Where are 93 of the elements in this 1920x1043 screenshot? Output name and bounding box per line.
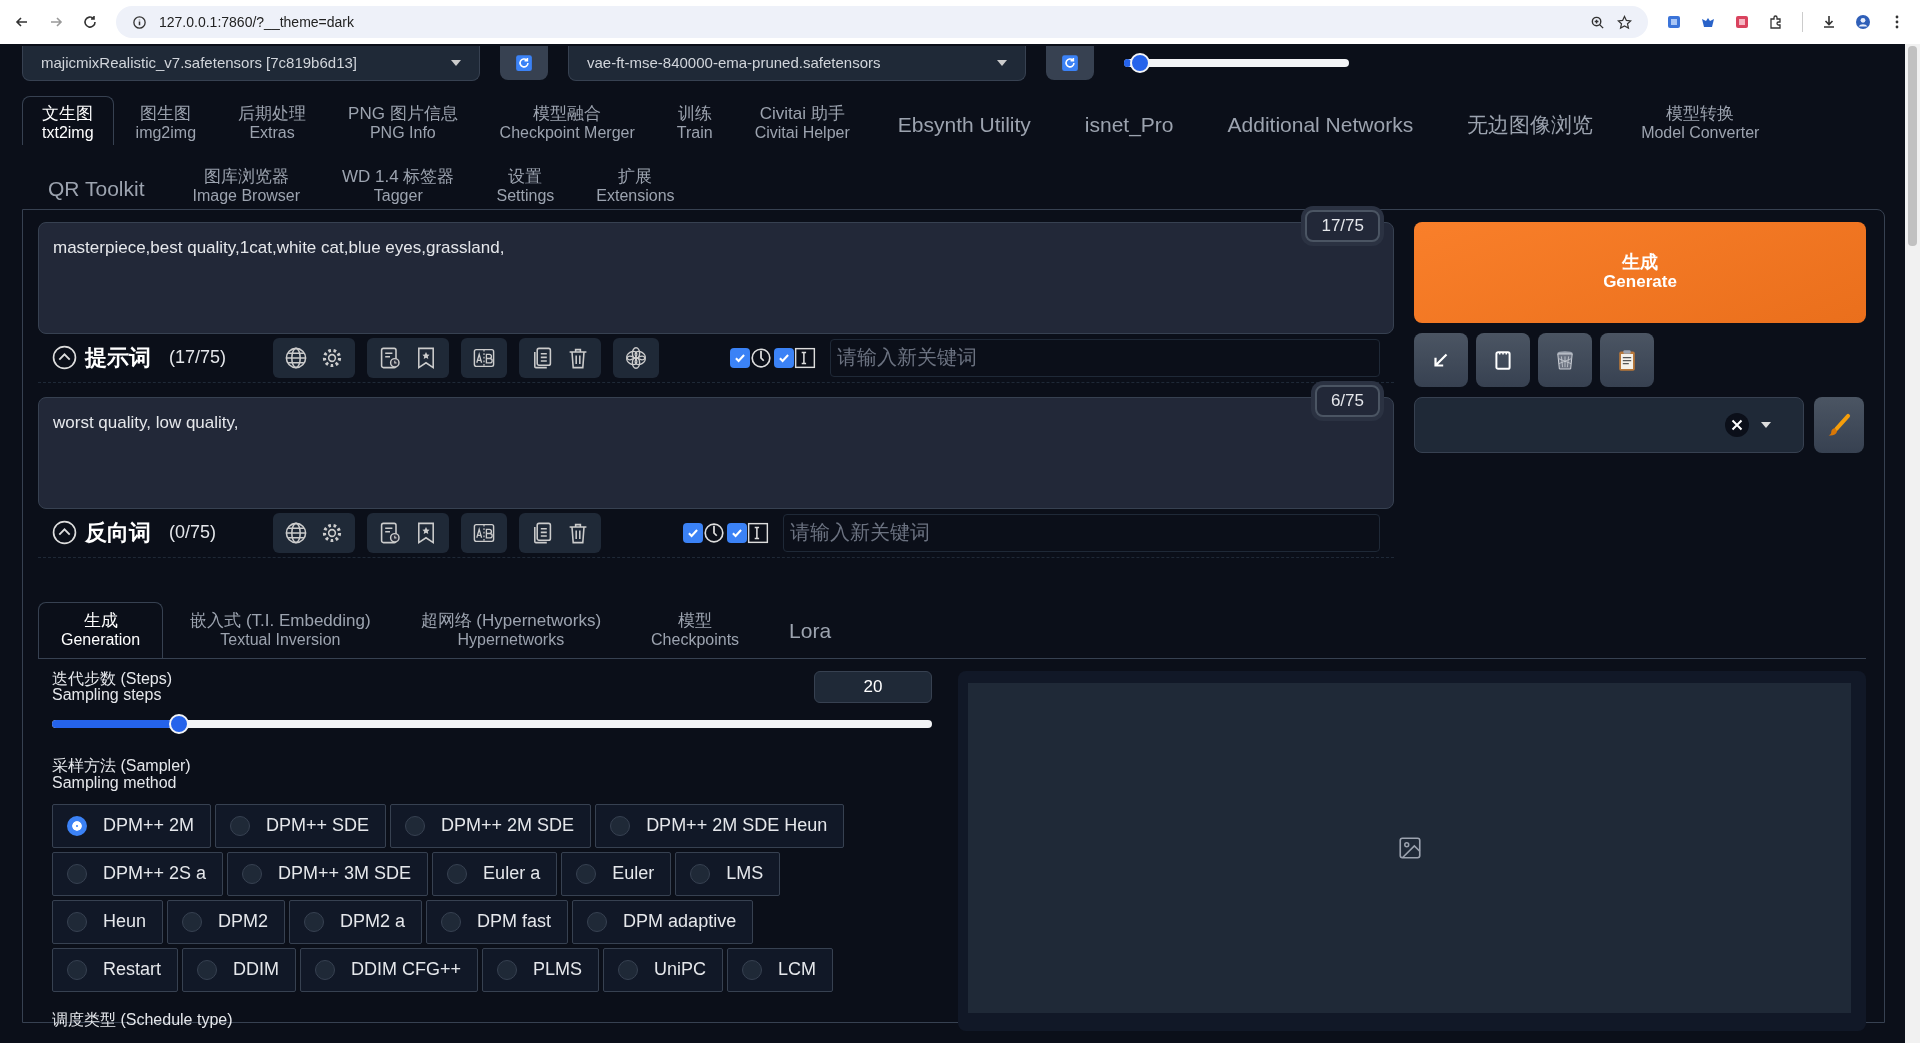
keyword-field[interactable]: 请输入新关键词 [783,513,1380,552]
trash-icon[interactable] [1538,332,1592,387]
token-count: (17/75) [169,347,228,369]
sampler-option[interactable]: Heun [52,899,164,944]
checkbox[interactable] [774,347,794,368]
sampler-option[interactable]: Euler a [432,851,558,896]
token-count: (0/75) [169,522,218,544]
schedule-label: 调度类型 (Schedule type) [52,1009,234,1030]
timer-icon [750,346,772,369]
sampler-option[interactable]: DPM++ 3M SDE [227,851,429,896]
sampler-option[interactable]: DPM adaptive [572,899,754,944]
sampler-option[interactable]: LCM [727,947,834,992]
url-text: 127.0.0.1:7860/?__theme=dark [159,14,354,30]
tab[interactable]: Additional Networks [1201,99,1440,146]
tab[interactable]: 文生图 txt2img [22,96,114,146]
tab[interactable]: 嵌入式 (T.I. Embedding) Textual Inversion [167,601,394,658]
tab[interactable]: 训练 Train [656,96,733,146]
tab[interactable]: 图库浏览器 Image Browser [172,159,321,209]
zoom-icon[interactable] [1590,14,1605,30]
steps-field[interactable]: 20 [814,670,932,703]
reload-icon[interactable] [82,14,98,30]
prompt-title: 提示词 [85,343,151,372]
caret-icon [1761,421,1771,428]
profile-icon[interactable] [1855,14,1871,30]
sampler-sublabel: Sampling method [52,774,177,792]
sampler-option[interactable]: DDIM [182,947,297,992]
tab[interactable]: 模型融合 Checkpoint Merger [479,96,655,146]
tab[interactable]: 后期处理 Extras [218,96,327,146]
refresh-button[interactable] [1046,46,1094,80]
steps-slider[interactable] [52,714,932,735]
tab[interactable]: Lora [766,601,855,658]
sampler-option[interactable]: Restart [52,947,179,992]
tab[interactable]: Ebsynth Utility [871,99,1057,146]
tab[interactable]: PNG 图片信息 PNG Info [328,96,478,146]
refresh-icon [515,54,533,72]
clear-icon[interactable] [1725,412,1749,437]
tab[interactable]: 模型转换 Model Converter [1621,96,1780,146]
star-icon[interactable] [1617,14,1632,30]
prompt-title: 反向词 [85,518,151,547]
tab[interactable]: isnet_Pro [1058,99,1200,146]
collapse-icon[interactable] [52,345,77,371]
sampler-option[interactable]: DPM2 [167,899,286,944]
tab[interactable]: 设置 Settings [476,159,575,209]
tab[interactable]: QR Toolkit [22,162,171,209]
address-bar[interactable]: 127.0.0.1:7860/?__theme=dark [116,6,1648,38]
sampler-option[interactable]: DPM++ 2M [52,803,212,848]
checkbox[interactable] [727,522,747,543]
tab[interactable]: 模型 Checkpoints [628,601,763,658]
steps-sublabel: Sampling steps [52,687,162,705]
sampler-label: 采样方法 (Sampler) [52,758,192,775]
tab[interactable]: 超网络 (Hypernetworks) Hypernetworks [397,601,625,658]
sampler-option[interactable]: DPM++ 2S a [52,851,224,896]
image-icon [1396,834,1423,861]
tab[interactable]: Civitai 助手 Civitai Helper [734,96,870,146]
checkbox[interactable] [730,347,750,368]
tab[interactable]: 图生图 img2img [115,96,217,146]
sampler-option[interactable]: DPM++ 2M SDE Heun [595,803,845,848]
extension-icon[interactable] [1666,14,1682,30]
refresh-icon [1061,54,1079,72]
caret-icon [451,59,461,66]
page-icon[interactable] [1476,332,1530,387]
brush-icon[interactable] [1814,396,1864,453]
sampler-option[interactable]: PLMS [482,947,600,992]
checkbox[interactable] [683,522,703,543]
sampler-option[interactable]: LMS [675,851,781,896]
tab[interactable]: 生成 Generation [38,601,164,658]
refresh-button[interactable] [500,46,548,80]
timer-icon [703,521,725,544]
text-cursor-icon [747,521,769,544]
sampler-option[interactable]: UniPC [603,947,724,992]
sampler-option[interactable]: DPM2 a [289,899,423,944]
clip-skip-slider[interactable] [1124,53,1349,73]
tab[interactable]: 无边图像浏览 [1441,99,1620,146]
collapse-icon[interactable] [52,520,77,546]
sampler-option[interactable]: Euler [561,851,672,896]
keyword-field[interactable]: 请输入新关键词 [830,338,1380,377]
sampler-option[interactable]: DPM fast [426,899,569,944]
clipboard-icon[interactable] [1600,332,1654,387]
text-cursor-icon [794,346,816,369]
tab[interactable]: 扩展 Extensions [576,159,695,209]
puzzle-icon[interactable] [1768,14,1784,30]
sampler-option[interactable]: DDIM CFG++ [300,947,479,992]
vae-dropdown[interactable]: vae-ft-mse-840000-ema-pruned.safetensors [568,45,1026,81]
sampler-option[interactable]: DPM++ 2M SDE [390,803,592,848]
checkpoint-dropdown[interactable]: majicmixRealistic_v7.safetensors [7c819b6d13] [22,45,480,81]
download-icon[interactable] [1821,14,1837,30]
caret-icon [997,59,1007,66]
tab[interactable]: WD 1.4 标签器 Tagger [322,159,475,209]
sampler-option[interactable]: DPM++ SDE [215,803,387,848]
info-icon [132,14,147,30]
steps-label: 迭代步数 (Steps) [52,670,172,688]
scrollbar[interactable] [1905,44,1920,1043]
extension-icon[interactable] [1734,14,1750,30]
